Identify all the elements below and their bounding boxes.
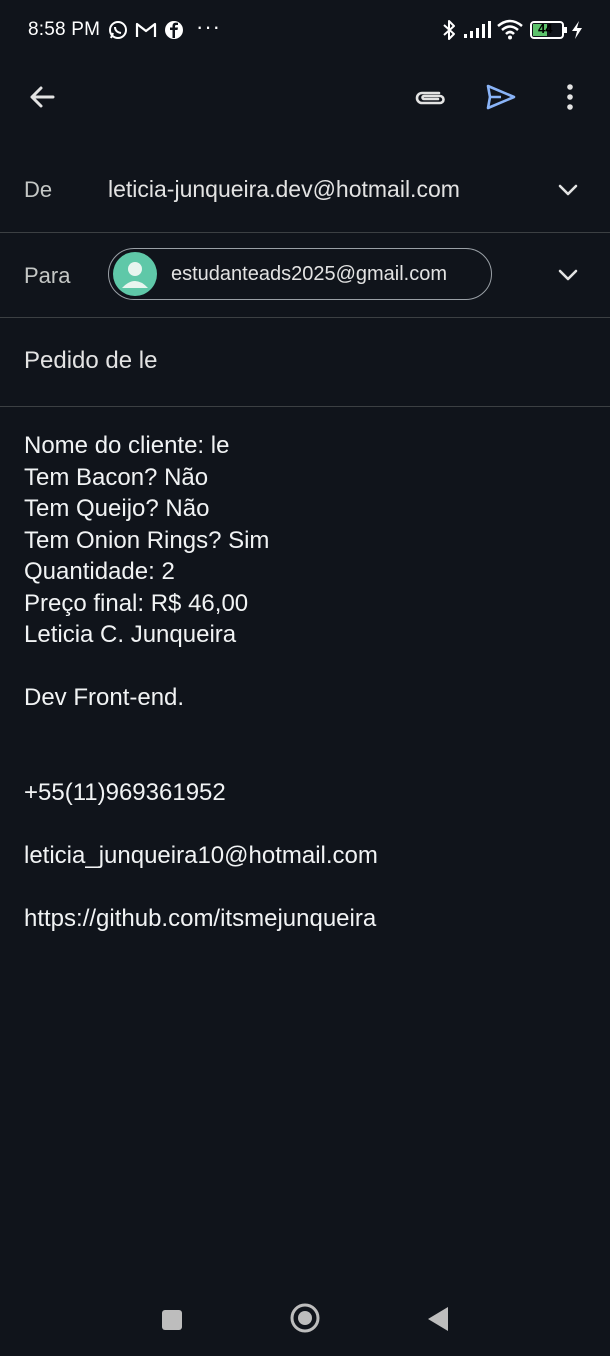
back-button[interactable] — [18, 75, 66, 123]
gmail-icon — [135, 20, 157, 45]
avatar — [113, 252, 157, 296]
body-line: +55(11)969361952 — [24, 779, 226, 806]
battery-level: 44 — [538, 21, 553, 36]
status-time: 8:58 PM — [28, 19, 101, 40]
recents-button[interactable] — [150, 1300, 194, 1344]
arrow-left-icon — [28, 83, 56, 116]
attach-button[interactable] — [406, 75, 454, 123]
signal-icon — [463, 20, 491, 45]
system-nav-bar — [0, 1290, 610, 1356]
from-row: De leticia-junqueira.dev@hotmail.com — [0, 140, 610, 232]
body-line: Tem Queijo? Não — [24, 495, 210, 522]
compose-screen: 8:58 PM ··· 44 De leticia-junqueira.dev@… — [0, 0, 610, 1356]
recipient-chip[interactable]: estudanteads2025@gmail.com — [108, 248, 492, 300]
recents-square-icon — [161, 1309, 183, 1336]
status-bar: 8:58 PM ··· 44 — [0, 0, 610, 60]
to-label: Para — [24, 263, 71, 288]
compose-toolbar — [0, 60, 610, 140]
home-circle-icon — [289, 1302, 321, 1339]
to-chevron-down-icon[interactable] — [554, 261, 582, 289]
whatsapp-icon — [108, 20, 128, 45]
body-line: Tem Onion Rings? Sim — [24, 527, 270, 554]
body-field[interactable]: Nome do cliente: le Tem Bacon? Não Tem Q… — [0, 407, 610, 1287]
back-triangle-icon — [427, 1306, 449, 1337]
body-line: Preço final: R$ 46,00 — [24, 590, 249, 617]
battery-icon: 44 — [530, 21, 568, 44]
from-chevron-down-icon[interactable] — [554, 176, 582, 204]
body-line: https://github.com/itsmejunqueira — [24, 905, 377, 932]
status-overflow: ··· — [196, 14, 221, 39]
body-line: Quantidade: 2 — [24, 558, 175, 585]
from-label: De — [24, 177, 53, 202]
facebook-icon — [164, 20, 184, 45]
body-line: Tem Bacon? Não — [24, 464, 209, 491]
body-line: leticia_junqueira10@hotmail.com — [24, 842, 378, 869]
from-field[interactable]: leticia-junqueira.dev@hotmail.com — [108, 176, 460, 203]
divider — [0, 317, 610, 318]
charging-icon — [571, 21, 583, 44]
body-line: Nome do cliente: le — [24, 432, 230, 459]
more-vert-icon — [566, 83, 574, 115]
wifi-icon — [497, 18, 523, 45]
body-line: Leticia C. Junqueira — [24, 621, 237, 648]
recipient-email: estudanteads2025@gmail.com — [171, 263, 448, 285]
more-options-button[interactable] — [546, 75, 594, 123]
home-button[interactable] — [283, 1298, 327, 1342]
paperclip-icon — [414, 87, 446, 112]
body-line: Dev Front-end. — [24, 684, 185, 711]
subject-field[interactable]: Pedido de le — [24, 347, 157, 375]
send-icon — [485, 83, 517, 116]
send-button[interactable] — [477, 75, 525, 123]
bluetooth-icon — [441, 19, 457, 46]
back-nav-button[interactable] — [416, 1299, 460, 1343]
